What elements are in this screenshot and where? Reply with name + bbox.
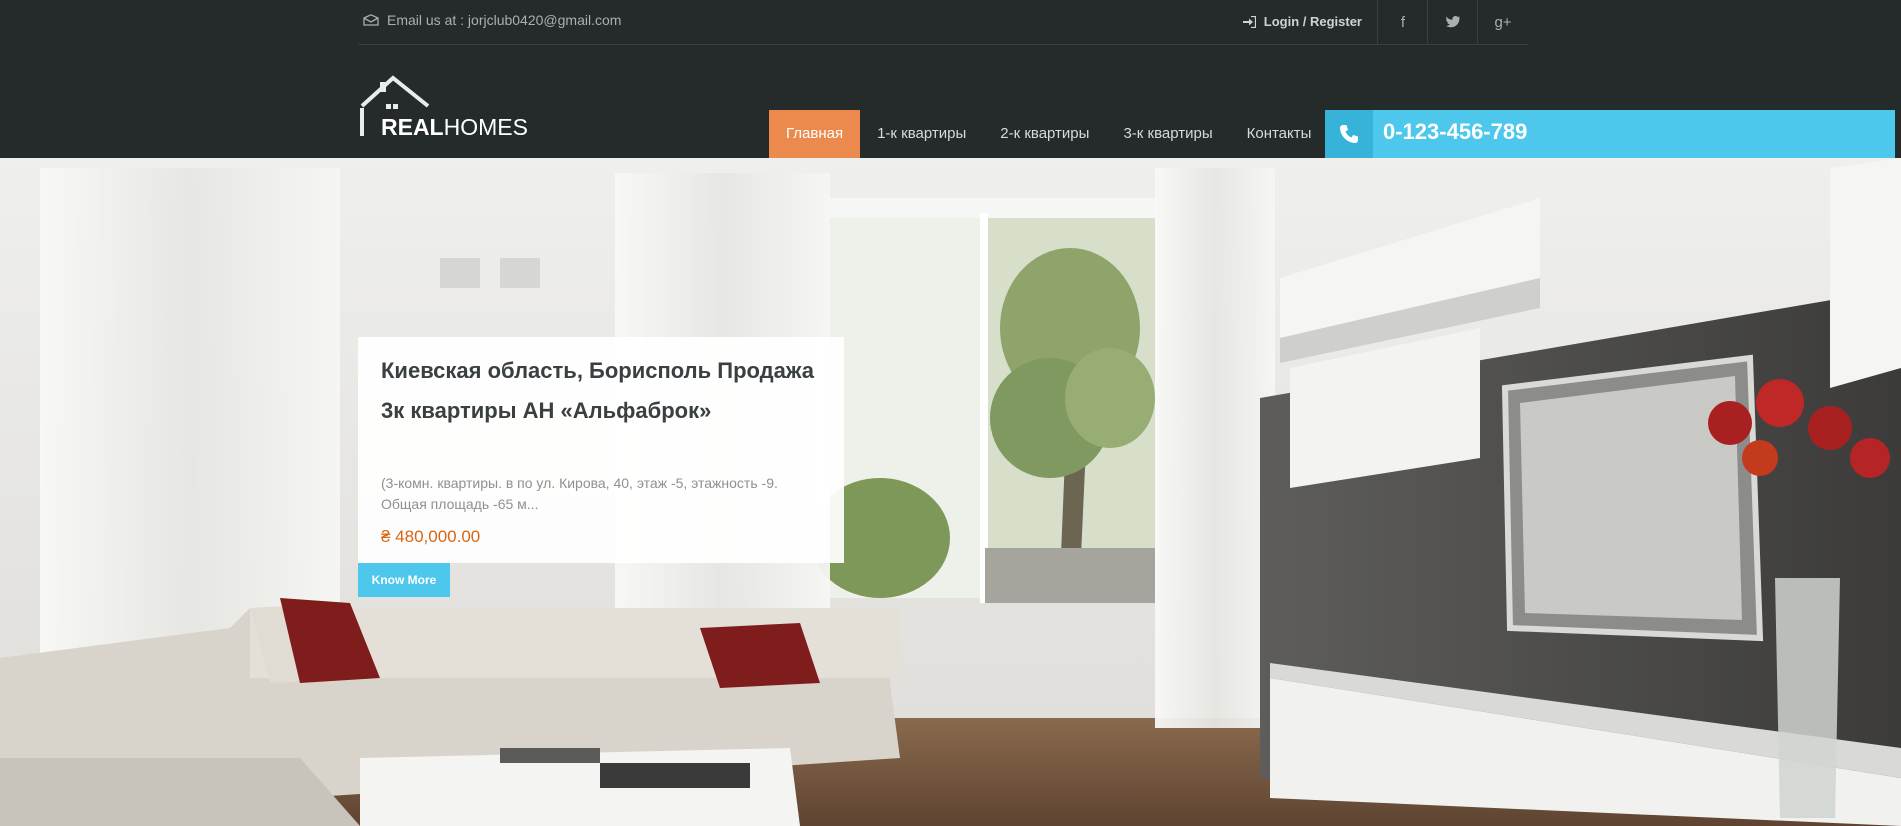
- site-logo[interactable]: REALHOMES: [358, 74, 528, 140]
- logo-text-light: HOMES: [443, 114, 528, 140]
- listing-price: ₴ 480,000.00: [381, 527, 481, 546]
- email-info: Email us at : jorjclub0420@gmail.com: [363, 12, 621, 28]
- hero-slider: Киевская область, Борисполь Продажа 3к к…: [0, 158, 1901, 826]
- phone-icon: [1325, 110, 1373, 158]
- living-room-photo: [0, 158, 1901, 826]
- sign-in-icon: [1242, 15, 1256, 28]
- envelope-icon: [363, 14, 379, 26]
- google-plus-icon: g+: [1494, 13, 1512, 31]
- login-register-label: Login / Register: [1263, 14, 1362, 29]
- twitter-link[interactable]: [1427, 0, 1478, 44]
- logo-text-bold: REAL: [381, 114, 444, 140]
- site-header: Email us at : jorjclub0420@gmail.com Log…: [0, 0, 1901, 158]
- top-bar: Email us at : jorjclub0420@gmail.com Log…: [358, 0, 1528, 45]
- facebook-icon: f: [1400, 13, 1406, 31]
- listing-description: (3-комн. квартиры. в по ул. Кирова, 40, …: [381, 475, 778, 512]
- google-plus-link[interactable]: g+: [1477, 0, 1528, 44]
- listing-title[interactable]: Киевская область, Борисполь Продажа 3к к…: [381, 351, 821, 431]
- nav-item-home[interactable]: Главная: [769, 110, 861, 158]
- twitter-icon: [1446, 16, 1460, 28]
- facebook-link[interactable]: f: [1377, 0, 1428, 44]
- know-more-button[interactable]: Know More: [358, 563, 450, 597]
- nav-item-contacts[interactable]: Контакты: [1230, 110, 1329, 158]
- login-register-link[interactable]: Login / Register: [1242, 14, 1362, 29]
- listing-card: Киевская область, Борисполь Продажа 3к к…: [358, 337, 844, 563]
- email-text: Email us at : jorjclub0420@gmail.com: [387, 12, 622, 28]
- phone-number[interactable]: 0-123-456-789: [1383, 119, 1527, 145]
- phone-box: 0-123-456-789: [1325, 110, 1895, 158]
- logo-text: REALHOMES: [381, 114, 528, 141]
- nav-item-2-room[interactable]: 2-к квартиры: [983, 110, 1106, 158]
- nav-item-3-room[interactable]: 3-к квартиры: [1106, 110, 1229, 158]
- main-nav: Главная 1-к квартиры 2-к квартиры 3-к кв…: [769, 110, 1328, 158]
- nav-item-1-room[interactable]: 1-к квартиры: [860, 110, 983, 158]
